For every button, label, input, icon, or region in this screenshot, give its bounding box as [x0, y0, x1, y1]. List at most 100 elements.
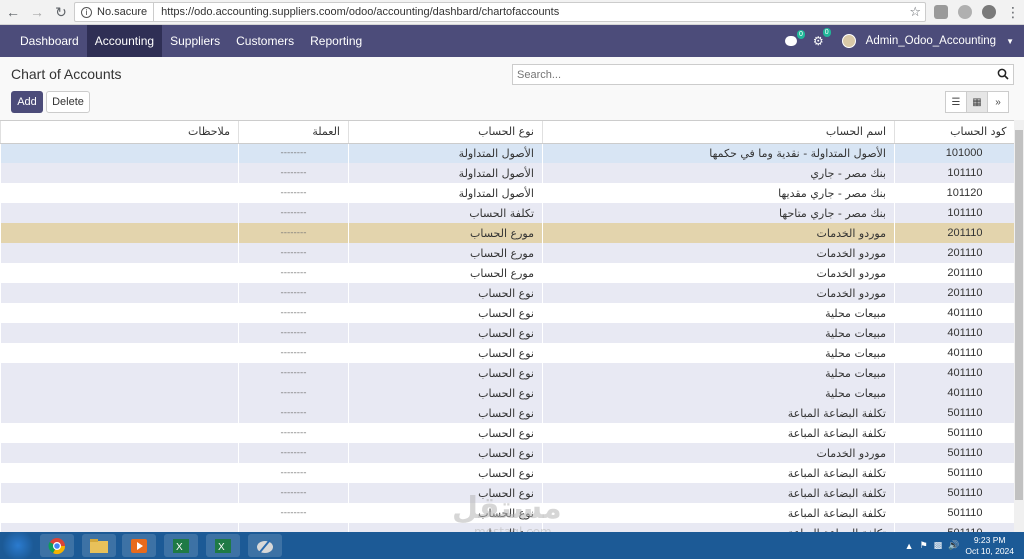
address-bar[interactable]: i No.sacure https://odo.accounting.suppl…	[74, 2, 926, 22]
chevron-down-icon[interactable]: ▼	[1006, 37, 1014, 46]
cell-currency: --------	[238, 523, 349, 532]
kanban-view-icon[interactable]: ▦	[966, 91, 988, 113]
table-row[interactable]: 201110 موردو الخدمات مورع الحساب --------	[0, 263, 1014, 283]
delete-button[interactable]: Delete	[46, 91, 90, 113]
excel-icon[interactable]: X	[206, 534, 240, 557]
extension-icon[interactable]	[934, 5, 948, 19]
top-navbar: Dashboard Accounting Suppliers Customers…	[0, 25, 1024, 57]
column-header-notes[interactable]: ملاحظات	[0, 121, 239, 144]
cell-currency: --------	[238, 223, 349, 243]
cell-notes	[0, 263, 239, 283]
cell-name: مبيعات محلية	[542, 383, 895, 403]
tray-arrow-icon[interactable]: ▲	[905, 541, 914, 551]
chrome-taskbar-icon[interactable]	[40, 534, 74, 557]
cell-type: نوع الحساب	[348, 383, 543, 403]
media-player-icon[interactable]	[122, 534, 156, 557]
security-label: No.sacure	[97, 6, 148, 18]
table-row[interactable]: 201110 موردو الخدمات مورع الحساب --------	[0, 243, 1014, 263]
volume-icon[interactable]: 🔊	[948, 540, 959, 551]
file-explorer-icon[interactable]	[82, 534, 116, 557]
user-menu[interactable]: Admin_Odoo_Accounting	[866, 35, 996, 47]
cell-code: 401110	[894, 383, 1014, 403]
cell-name: بنك مصر - جاري متاحها	[542, 203, 895, 223]
security-indicator[interactable]: i No.sacure	[75, 3, 155, 21]
table-row[interactable]: 501110تكلفة البضاعة المباعةنوع الحساب---…	[0, 423, 1014, 443]
cell-code: 201110	[894, 223, 1014, 243]
cell-name: مبيعات محلية	[542, 303, 895, 323]
column-header-type[interactable]: نوع الحساب	[348, 121, 543, 144]
table-row[interactable]: 101000 الأصول المتداولة - نقدية وما في حك…	[0, 143, 1014, 163]
paint-icon[interactable]	[248, 534, 282, 557]
cell-currency: --------	[238, 263, 349, 283]
network-icon[interactable]: ▩	[934, 540, 943, 551]
column-header-code[interactable]: كود الحساب	[894, 121, 1014, 144]
bookmark-star-icon[interactable]: ☆	[909, 4, 921, 20]
cell-notes	[0, 283, 239, 303]
table-row[interactable]: 201110 موردو الخدمات نوع الحساب --------	[0, 283, 1014, 303]
cell-currency: --------	[238, 143, 349, 163]
table-row[interactable]: 101120 بنك مصر - جاري مقديها الأصول المتدا…	[0, 183, 1014, 203]
table-row[interactable]: 501110 موردو الخدمات نوع الحساب --------	[0, 443, 1014, 463]
scrollbar-thumb[interactable]	[1015, 130, 1023, 500]
menu-customers[interactable]: Customers	[228, 25, 302, 57]
cell-name: موردو الخدمات	[542, 243, 895, 263]
table-row[interactable]: 101110 بنك مصر - جاري متاحها تكلفة الحساب -…	[0, 203, 1014, 223]
more-views-icon[interactable]: »	[987, 91, 1009, 113]
avatar[interactable]	[841, 34, 856, 48]
cell-notes	[0, 243, 239, 263]
table-row[interactable]: 401110 مبيعات محلية نوع الحساب --------	[0, 303, 1014, 323]
table-row[interactable]: 501110تكلفة البضاعة المباعةنوع الحساب---…	[0, 463, 1014, 483]
menu-accounting[interactable]: Accounting	[86, 25, 163, 57]
add-button[interactable]: Add	[11, 91, 43, 113]
column-header-currency[interactable]: العملة	[238, 121, 349, 144]
vertical-scrollbar[interactable]	[1014, 120, 1024, 532]
table-row[interactable]: 101110 بنك مصر - جاري الأصول المتداولة ----…	[0, 163, 1014, 183]
search-icon[interactable]	[997, 68, 1009, 80]
list-view-icon[interactable]: ☰	[945, 91, 967, 113]
svg-text:X: X	[218, 542, 225, 553]
cell-name: موردو الخدمات	[542, 443, 895, 463]
menu-kebab-icon[interactable]: ⋮	[1002, 1, 1024, 23]
search-input[interactable]	[513, 65, 983, 84]
table-row[interactable]: 401110 مبيعات محلية نوع الحساب --------	[0, 383, 1014, 403]
messages-icon[interactable]: 0	[784, 30, 805, 46]
control-panel: Chart of Accounts Add Delete ☰ ▦ »	[0, 57, 1024, 120]
cell-type: مورع الحساب	[348, 223, 543, 243]
forward-icon[interactable]: →	[26, 1, 48, 23]
table-row[interactable]: 501110تكلفة البضاعة المباعةنوع الحساب---…	[0, 403, 1014, 423]
column-header-name[interactable]: اسم الحساب	[542, 121, 895, 144]
table-row[interactable]: 201110 موردو الخدمات مورع الحساب --------	[0, 223, 1014, 243]
cell-type: تكلفة الحساب	[348, 203, 543, 223]
profile-icon[interactable]	[982, 5, 996, 19]
cell-type: نوع الحساب	[348, 443, 543, 463]
cell-code: 501110	[894, 523, 1014, 532]
table-row[interactable]: 401110 مبيعات محلية نوع الحساب --------	[0, 323, 1014, 343]
cell-currency: --------	[238, 383, 349, 403]
activity-icon[interactable]: ⚙ 0	[813, 28, 831, 48]
cell-notes	[0, 483, 239, 503]
search-box[interactable]	[512, 64, 1014, 85]
cell-currency: --------	[238, 423, 349, 443]
start-button[interactable]	[0, 532, 36, 559]
svg-text:X: X	[176, 542, 183, 553]
clock[interactable]: 9:23 PM Oct 10, 2024	[965, 535, 1014, 557]
menu-dashboard[interactable]: Dashboard	[12, 25, 87, 57]
menu-reporting[interactable]: Reporting	[302, 25, 370, 57]
excel-icon[interactable]: X	[164, 534, 198, 557]
cell-name: بنك مصر - جاري مقديها	[542, 183, 895, 203]
extension-icon[interactable]	[958, 5, 972, 19]
cell-notes	[0, 163, 239, 183]
cell-currency: --------	[238, 483, 349, 503]
back-icon[interactable]: ←	[2, 1, 24, 23]
cell-code: 101120	[894, 183, 1014, 203]
menu-suppliers[interactable]: Suppliers	[162, 25, 228, 57]
cell-code: 501110	[894, 503, 1014, 523]
url-text[interactable]: https://odo.accounting.suppliers.coom/od…	[154, 6, 559, 18]
table-row[interactable]: 401110 مبيعات محلية نوع الحساب --------	[0, 363, 1014, 383]
flag-icon[interactable]: ⚑	[920, 540, 928, 551]
cell-currency: --------	[238, 323, 349, 343]
reload-icon[interactable]: ↻	[50, 1, 72, 23]
cell-notes	[0, 323, 239, 343]
table-row[interactable]: 401110 مبيعات محلية نوع الحساب --------	[0, 343, 1014, 363]
cell-type: الأصول المتداولة	[348, 163, 543, 183]
